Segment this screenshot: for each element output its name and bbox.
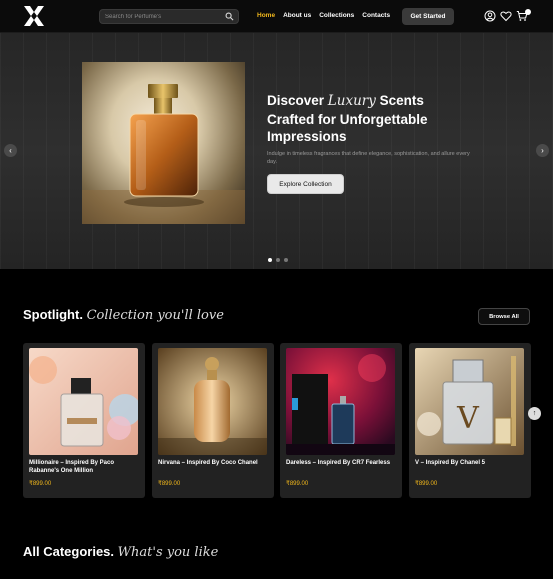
- product-price: ₹899.00: [29, 481, 52, 487]
- search-bar: [99, 9, 239, 24]
- product-price: ₹899.00: [158, 481, 181, 487]
- browse-all-button[interactable]: Browse All: [478, 308, 530, 325]
- hero-carousel: Discover Luxury Scents Crafted for Unfor…: [0, 33, 553, 269]
- perfume-photo-millionaire: [29, 348, 138, 455]
- perfume-photo-dareless: [286, 348, 395, 455]
- get-started-button[interactable]: Get Started: [402, 8, 454, 25]
- user-icon[interactable]: [484, 10, 496, 22]
- hero-title-post: Scents: [375, 93, 424, 108]
- nav-link-contacts[interactable]: Contacts: [362, 12, 390, 19]
- hero-subtitle: Indulge in timeless fragrances that defi…: [267, 151, 470, 165]
- product-name[interactable]: Millionaire – Inspired By Paco Rabanne's…: [29, 459, 141, 475]
- nav-link-home[interactable]: Home: [257, 12, 275, 19]
- explore-collection-button[interactable]: Explore Collection: [267, 174, 344, 194]
- product-image[interactable]: [286, 348, 395, 455]
- carousel-dot[interactable]: [268, 258, 272, 262]
- nav-links: Home About us Collections Contacts: [257, 12, 390, 19]
- spotlight-title-accent: Collection you'll love: [86, 308, 224, 323]
- product-card[interactable]: Millionaire – Inspired By Paco Rabanne's…: [23, 343, 145, 498]
- carousel-next-icon[interactable]: ›: [536, 144, 549, 157]
- categories-heading: All Categories. What's you like: [23, 544, 218, 560]
- product-card[interactable]: V V – Inspired By Chanel 5 ₹899.00: [409, 343, 531, 498]
- product-card[interactable]: Nirvana – Inspired By Coco Chanel ₹899.0…: [152, 343, 274, 498]
- product-card[interactable]: Dareless – Inspired By CR7 Fearless ₹899…: [280, 343, 402, 498]
- hero-title-pre: Discover: [267, 93, 328, 108]
- search-input[interactable]: [105, 11, 220, 22]
- product-image[interactable]: V: [415, 348, 524, 455]
- nav-link-collections[interactable]: Collections: [319, 12, 354, 19]
- nav-link-about[interactable]: About us: [283, 12, 311, 19]
- hero-title: Discover Luxury Scents Crafted for Unfor…: [267, 92, 477, 146]
- perfume-bottle-illustration: [82, 84, 245, 224]
- hero-title-line2: Crafted for Unforgettable: [267, 111, 428, 127]
- product-name[interactable]: Nirvana – Inspired By Coco Chanel: [158, 459, 270, 467]
- product-image[interactable]: [158, 348, 267, 455]
- product-name[interactable]: V – Inspired By Chanel 5: [415, 459, 527, 467]
- product-price: ₹899.00: [286, 481, 309, 487]
- hero-perfume-image: [82, 62, 245, 224]
- bottle-letter-v: V: [456, 401, 480, 436]
- categories-title: All Categories.: [23, 544, 115, 559]
- scroll-top-icon[interactable]: ↑: [528, 407, 541, 420]
- product-price: ₹899.00: [415, 481, 438, 487]
- search-icon[interactable]: [225, 12, 234, 21]
- categories-title-accent: What's you like: [117, 545, 219, 560]
- logo-x-icon[interactable]: [23, 5, 45, 27]
- perfume-photo-v: V: [415, 348, 524, 455]
- carousel-dots: [268, 258, 288, 262]
- hero-title-accent: Luxury: [327, 93, 376, 109]
- carousel-dot[interactable]: [276, 258, 280, 262]
- carousel-dot[interactable]: [284, 258, 288, 262]
- cart-badge: [525, 9, 531, 15]
- product-image[interactable]: [29, 348, 138, 455]
- product-name[interactable]: Dareless – Inspired By CR7 Fearless: [286, 459, 398, 467]
- spotlight-heading: Spotlight. Collection you'll love: [23, 307, 224, 323]
- top-navbar: Home About us Collections Contacts Get S…: [0, 0, 553, 33]
- heart-icon[interactable]: [500, 10, 512, 22]
- hero-title-line3: Impressions: [267, 129, 347, 144]
- carousel-prev-icon[interactable]: ‹: [4, 144, 17, 157]
- perfume-photo-nirvana: [158, 348, 267, 455]
- spotlight-title: Spotlight.: [23, 307, 83, 322]
